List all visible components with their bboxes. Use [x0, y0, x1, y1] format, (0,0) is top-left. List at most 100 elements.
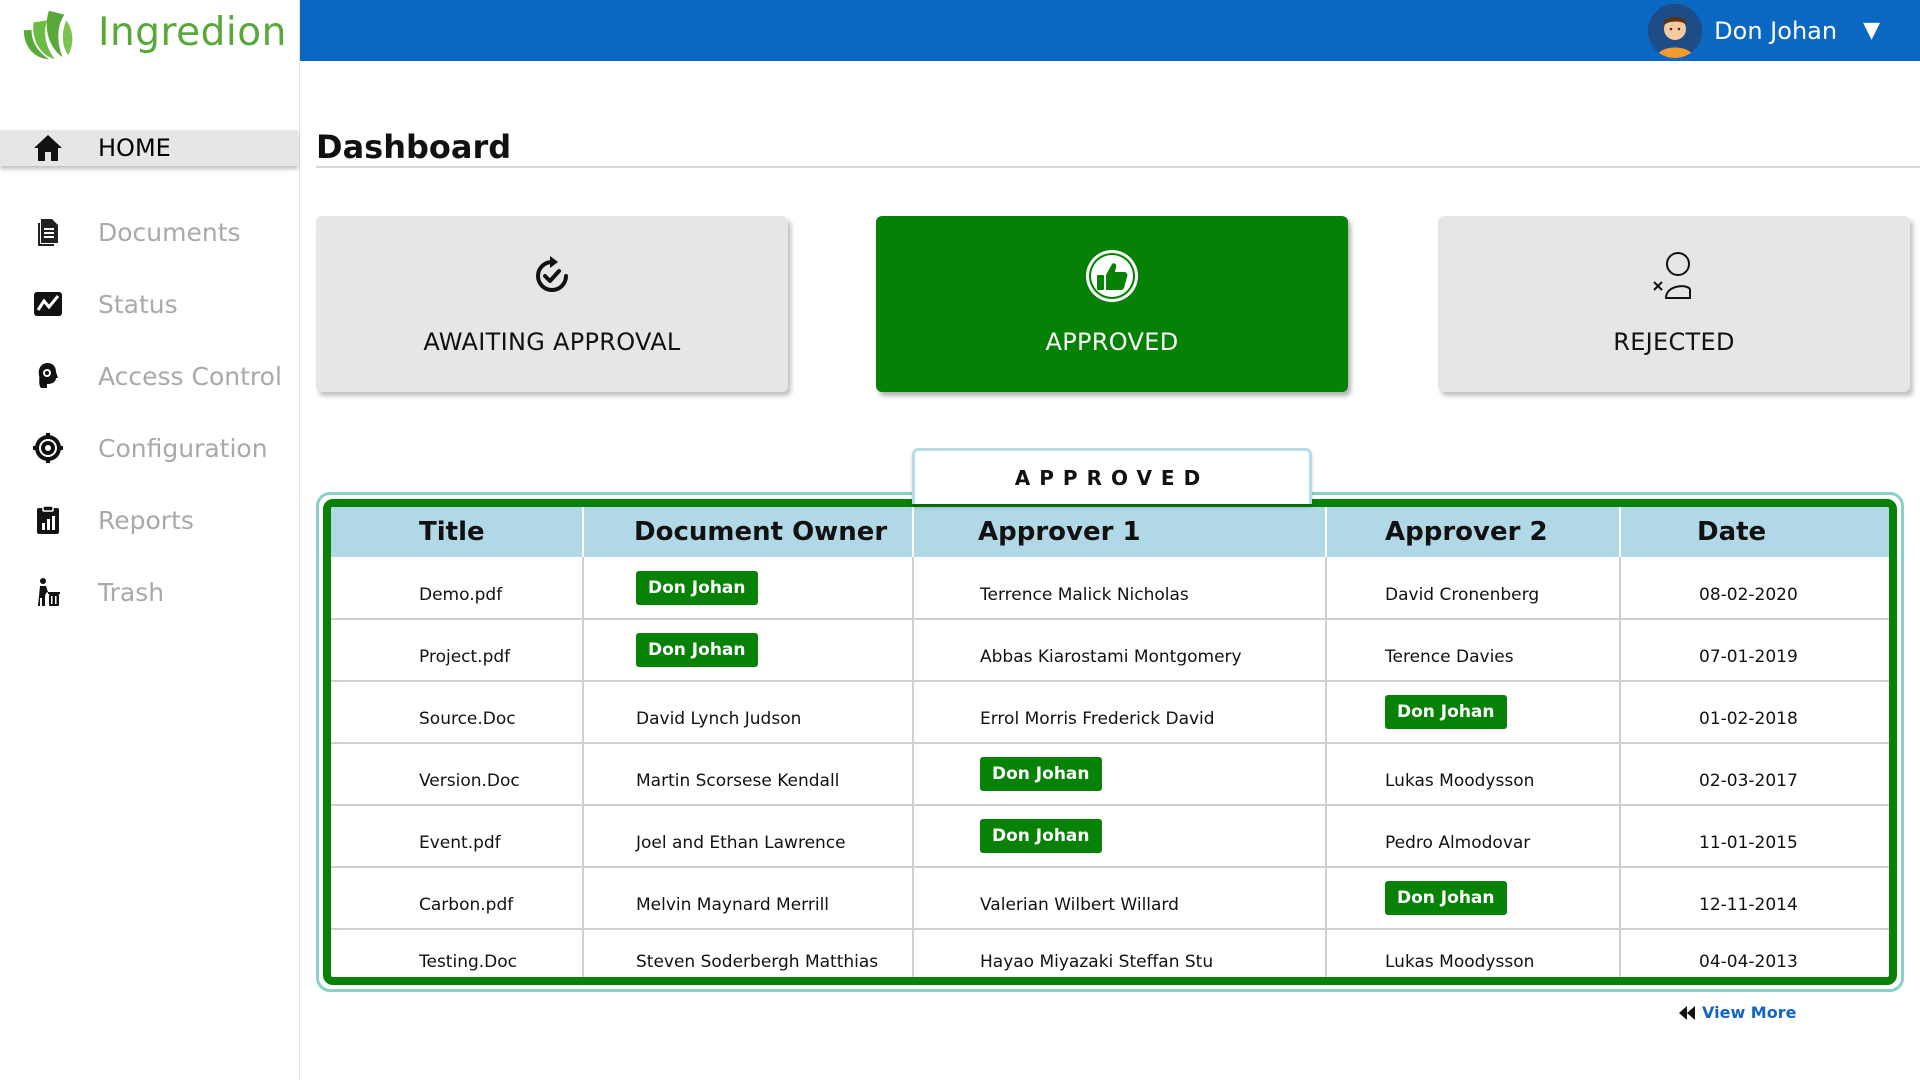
column-header-title[interactable]: Title: [331, 507, 584, 557]
cell-text: Pedro Almodovar: [1385, 833, 1531, 853]
section-tab-label: APPROVED: [1014, 465, 1210, 490]
column-header-approver-1[interactable]: Approver 1: [913, 507, 1327, 557]
cell-text: 12-11-2014: [1699, 895, 1798, 915]
sidebar: Ingredion HOME Documents Status Access C…: [0, 0, 300, 1080]
user-chip[interactable]: Don Johan: [980, 819, 1102, 853]
top-bar: Don Johan ▼: [300, 0, 1920, 61]
cell-approver-2: Pedro Almodovar: [1326, 805, 1621, 868]
cell-date: 11-01-2015: [1620, 805, 1889, 868]
cell-document-owner: Don Johan: [583, 619, 914, 682]
sidebar-item-label: Reports: [98, 505, 194, 535]
table-row[interactable]: Version.Doc Martin Scorsese Kendall Don Jo…: [331, 743, 1889, 806]
cell-text: Testing.Doc: [419, 951, 518, 972]
approved-table-frame: Title Document Owner Approver 1 Approver…: [316, 492, 1904, 992]
cell-approver-1: Don Johan: [913, 805, 1327, 868]
sidebar-item-label: Configuration: [98, 433, 268, 463]
cell-text: 04-04-2013: [1699, 951, 1798, 972]
cell-approver-1: Terrence Malick Nicholas: [913, 557, 1327, 620]
table-row[interactable]: Project.pdf Don Johan Abbas Kiarostami Mon…: [331, 619, 1889, 682]
card-label: AWAITING APPROVAL: [423, 328, 681, 356]
sidebar-item-label: HOME: [98, 134, 171, 162]
brand-logo[interactable]: Ingredion: [18, 2, 287, 62]
refresh-check-icon: [528, 246, 576, 306]
cell-text: Melvin Maynard Merrill: [636, 895, 830, 915]
cell-text: 01-02-2018: [1699, 709, 1798, 729]
user-chip[interactable]: Don Johan: [636, 570, 758, 605]
sidebar-item-trash[interactable]: Trash: [0, 556, 300, 628]
cell-text: Version.Doc: [419, 771, 520, 791]
sidebar-item-documents[interactable]: Documents: [0, 196, 300, 268]
cell-document-owner: Don Johan: [583, 557, 914, 620]
view-more-label: View More: [1702, 1003, 1797, 1022]
cell-title: Testing.Doc: [331, 929, 584, 977]
table-row[interactable]: Carbon.pdf Melvin Maynard Merrill Valerian…: [331, 867, 1889, 930]
cell-approver-2: David Cronenberg: [1326, 557, 1621, 620]
card-label: REJECTED: [1613, 328, 1735, 356]
cell-date: 12-11-2014: [1620, 867, 1889, 930]
table-row[interactable]: Source.Doc David Lynch Judson Errol Morris…: [331, 681, 1889, 744]
cell-text: Joel and Ethan Lawrence: [636, 833, 846, 853]
column-header-document-owner[interactable]: Document Owner: [583, 507, 914, 557]
cell-approver-1: Don Johan: [913, 743, 1327, 806]
cell-title: Demo.pdf: [331, 557, 584, 620]
sidebar-item-label: Trash: [98, 577, 165, 607]
view-more-link[interactable]: View More: [1678, 1003, 1796, 1022]
cell-approver-2: Don Johan: [1326, 681, 1621, 744]
cell-text: Valerian Wilbert Willard: [980, 895, 1179, 915]
cell-text: Carbon.pdf: [419, 895, 514, 915]
access-control-icon: [24, 360, 72, 392]
sidebar-item-label: Access Control: [98, 361, 282, 391]
user-chip[interactable]: Don Johan: [636, 633, 758, 667]
cell-date: 08-02-2020: [1620, 557, 1889, 620]
cell-title: Carbon.pdf: [331, 867, 584, 930]
table-row[interactable]: Demo.pdf Don Johan Terrence Malick Nichola…: [331, 557, 1889, 620]
home-icon: [24, 132, 72, 164]
cell-text: Event.pdf: [419, 833, 501, 853]
rewind-icon: [1679, 1005, 1695, 1020]
cell-approver-2: Don Johan: [1326, 867, 1621, 930]
user-name: Don Johan: [1714, 16, 1838, 45]
cell-approver-2: Lukas Moodysson: [1326, 743, 1621, 806]
sidebar-item-label: Documents: [98, 217, 241, 247]
section-tab-approved: APPROVED: [912, 448, 1312, 504]
user-chip[interactable]: Don Johan: [1385, 881, 1507, 915]
table-header-row: Title Document Owner Approver 1 Approver…: [331, 507, 1889, 557]
sidebar-item-status[interactable]: Status: [0, 268, 300, 340]
cell-date: 04-04-2013: [1620, 929, 1889, 977]
column-header-approver-2[interactable]: Approver 2: [1326, 507, 1621, 557]
reports-icon: [24, 504, 72, 536]
cell-text: Demo.pdf: [419, 584, 503, 605]
card-label: APPROVED: [1045, 328, 1179, 356]
cell-text: Source.Doc: [419, 709, 516, 729]
cell-title: Source.Doc: [331, 681, 584, 744]
cell-document-owner: Steven Soderbergh Matthias: [583, 929, 914, 977]
cell-document-owner: Melvin Maynard Merrill: [583, 867, 914, 930]
cell-text: Steven Soderbergh Matthias: [636, 951, 879, 972]
cell-date: 02-03-2017: [1620, 743, 1889, 806]
rejected-card[interactable]: REJECTED: [1438, 216, 1910, 392]
cell-text: Martin Scorsese Kendall: [636, 771, 840, 791]
user-menu[interactable]: Don Johan ▼: [1648, 0, 1880, 61]
sidebar-item-configuration[interactable]: Configuration: [0, 412, 300, 484]
cell-text: David Lynch Judson: [636, 709, 802, 729]
cell-document-owner: David Lynch Judson: [583, 681, 914, 744]
user-chip[interactable]: Don Johan: [980, 757, 1102, 791]
approved-table-container: Title Document Owner Approver 1 Approver…: [323, 499, 1897, 985]
awaiting-approval-card[interactable]: AWAITING APPROVAL: [316, 216, 788, 392]
avatar: [1648, 3, 1703, 58]
sidebar-item-access-control[interactable]: Access Control: [0, 340, 300, 412]
sidebar-item-label: Status: [98, 289, 178, 319]
table-row[interactable]: Testing.Doc Steven Soderbergh Matthias Hay…: [331, 929, 1889, 977]
table-row[interactable]: Event.pdf Joel and Ethan Lawrence Don Joha…: [331, 805, 1889, 868]
sidebar-nav: HOME Documents Status Access Control Con…: [0, 130, 300, 628]
trash-icon: [24, 576, 72, 608]
thumbs-up-icon: [1084, 246, 1140, 306]
cell-text: Errol Morris Frederick David: [980, 709, 1215, 729]
sidebar-item-reports[interactable]: Reports: [0, 484, 300, 556]
leaf-logo-icon: [23, 10, 73, 60]
user-chip[interactable]: Don Johan: [1385, 695, 1507, 729]
sidebar-item-home[interactable]: HOME: [0, 130, 298, 166]
column-header-date[interactable]: Date: [1620, 507, 1889, 557]
approved-card[interactable]: APPROVED: [876, 216, 1348, 392]
cell-approver-1: Hayao Miyazaki Steffan Stu: [913, 929, 1327, 977]
